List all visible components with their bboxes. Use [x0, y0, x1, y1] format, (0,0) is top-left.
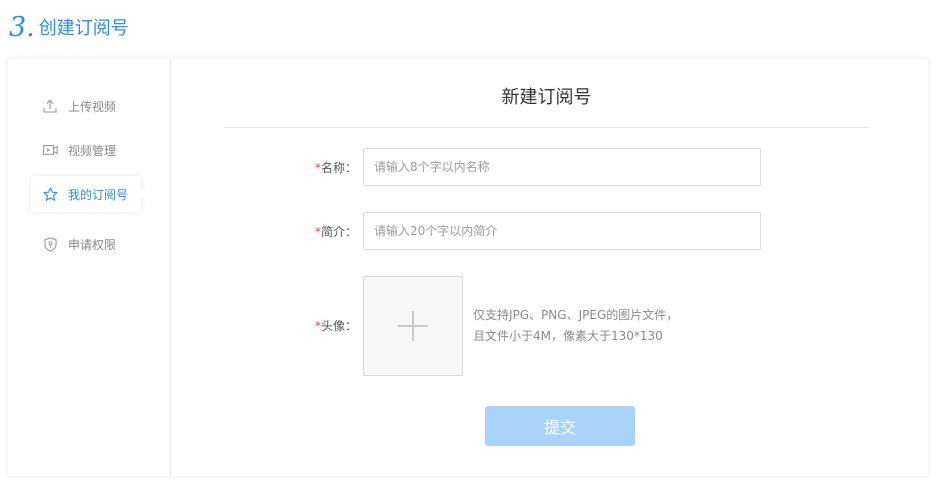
star-icon [42, 186, 58, 202]
sidebar-item-label: 上传视频 [68, 99, 117, 114]
sidebar-item-request-permission[interactable]: 申请权限 [31, 226, 141, 262]
avatar-label: *头像： [314, 319, 357, 333]
avatar-upload-hint: 仅支持JPG、PNG、JPEG的图片文件， 且文件小于4M，像素大于130*13… [473, 305, 733, 347]
content-card: 上传视频 视频管理 我的订阅号 申请权限 新建订阅号 *名称： 请输入8个字以内… [8, 59, 928, 476]
name-label: *名称： [314, 161, 357, 175]
sidebar-item-video-management[interactable]: 视频管理 [31, 132, 141, 168]
avatar-upload-button[interactable] [363, 276, 463, 376]
video-icon [42, 142, 58, 158]
hint-line: 且文件小于4M，像素大于130*130 [473, 329, 663, 343]
sidebar-item-upload-video[interactable]: 上传视频 [31, 88, 141, 124]
sidebar: 上传视频 视频管理 我的订阅号 申请权限 [8, 59, 171, 476]
hint-line: 仅支持JPG、PNG、JPEG的图片文件， [473, 308, 679, 322]
name-input[interactable] [363, 148, 761, 186]
sidebar-item-my-subscriptions[interactable]: 我的订阅号 [31, 176, 146, 212]
upload-icon [42, 98, 58, 114]
form-header: 新建订阅号 [224, 59, 869, 128]
form-panel: 新建订阅号 *名称： *简介： *头像： 仅支持JPG、PNG、JPEG的图片文… [171, 59, 928, 476]
intro-input[interactable] [363, 212, 761, 250]
sidebar-item-label: 我的订阅号 [68, 187, 129, 202]
step-title: 创建订阅号 [38, 18, 129, 39]
step-number: 3. [9, 12, 35, 43]
sidebar-item-label: 申请权限 [68, 237, 117, 252]
intro-label: *简介： [314, 225, 357, 239]
step-heading: 3. 创建订阅号 [9, 10, 129, 44]
form-title: 新建订阅号 [501, 87, 592, 108]
submit-button[interactable]: 提交 [485, 406, 635, 446]
shield-icon [42, 236, 58, 252]
sidebar-item-label: 视频管理 [68, 143, 117, 158]
